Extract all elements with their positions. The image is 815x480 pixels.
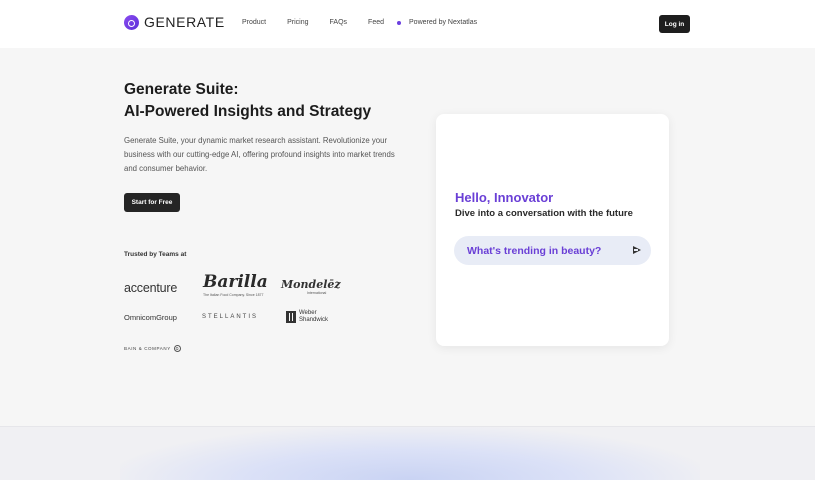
bain-text: BAIN & COMPANY	[124, 346, 171, 351]
weber-shandwick-logo: Weber Shandwick	[286, 310, 328, 323]
weber-line2: Shandwick	[299, 316, 329, 323]
mondelez-logo: Mondelēz	[281, 278, 341, 291]
login-button[interactable]: Log in	[659, 15, 690, 33]
barilla-tagline: The Italian Food Company. Since 1877	[203, 293, 264, 297]
start-for-free-button[interactable]: Start for Free	[124, 193, 180, 212]
trusted-by-label: Trusted by Teams at	[124, 251, 187, 258]
weber-text: Weber Shandwick	[299, 310, 328, 323]
chat-card: Hello, Innovator Dive into a conversatio…	[436, 114, 669, 346]
hero-description: Generate Suite, your dynamic market rese…	[124, 136, 395, 173]
chat-prompt-pill[interactable]: What's trending in beauty?	[454, 236, 651, 265]
accenture-logo: accenture	[124, 281, 178, 295]
main-nav: Product Pricing FAQs Feed Powered by Nex…	[242, 19, 498, 26]
send-arrow-icon[interactable]	[633, 246, 641, 254]
barilla-logo: Barilla	[203, 272, 268, 292]
brand-logo[interactable]: GENERATE	[124, 14, 225, 30]
generate-logo-icon	[124, 14, 139, 30]
hero-title-line1: Generate Suite:	[124, 81, 239, 98]
hero-title: Generate Suite: AI-Powered Insights and …	[124, 79, 371, 123]
nav-product[interactable]: Product	[242, 19, 266, 26]
bain-circle-icon: ⏲	[173, 345, 181, 352]
bottom-glow	[120, 427, 700, 480]
nav-powered-by[interactable]: Powered by Nextatlas	[409, 19, 477, 26]
hero-title-line2: AI-Powered Insights and Strategy	[124, 103, 372, 120]
weber-line1: Weber	[299, 310, 317, 316]
dot-icon	[397, 20, 402, 25]
nav-faqs[interactable]: FAQs	[330, 19, 348, 26]
top-header: GENERATE Product Pricing FAQs Feed Power…	[0, 0, 815, 48]
nav-feed[interactable]: Feed	[368, 19, 384, 26]
weber-mark-icon	[286, 310, 296, 323]
chat-subgreeting: Dive into a conversation with the future	[455, 208, 633, 219]
chat-greeting: Hello, Innovator	[455, 190, 554, 205]
brand-name: GENERATE	[144, 14, 225, 30]
chat-prompt-text: What's trending in beauty?	[467, 244, 602, 257]
stellantis-logo: STELLANTIS	[202, 314, 259, 320]
nav-pricing[interactable]: Pricing	[287, 19, 308, 26]
omnicom-logo: OmnicomGroup	[124, 313, 177, 322]
bain-logo: BAIN & COMPANY ⏲	[124, 345, 181, 352]
bottom-gradient-section	[0, 427, 815, 480]
mondelez-tagline: International	[307, 291, 327, 295]
